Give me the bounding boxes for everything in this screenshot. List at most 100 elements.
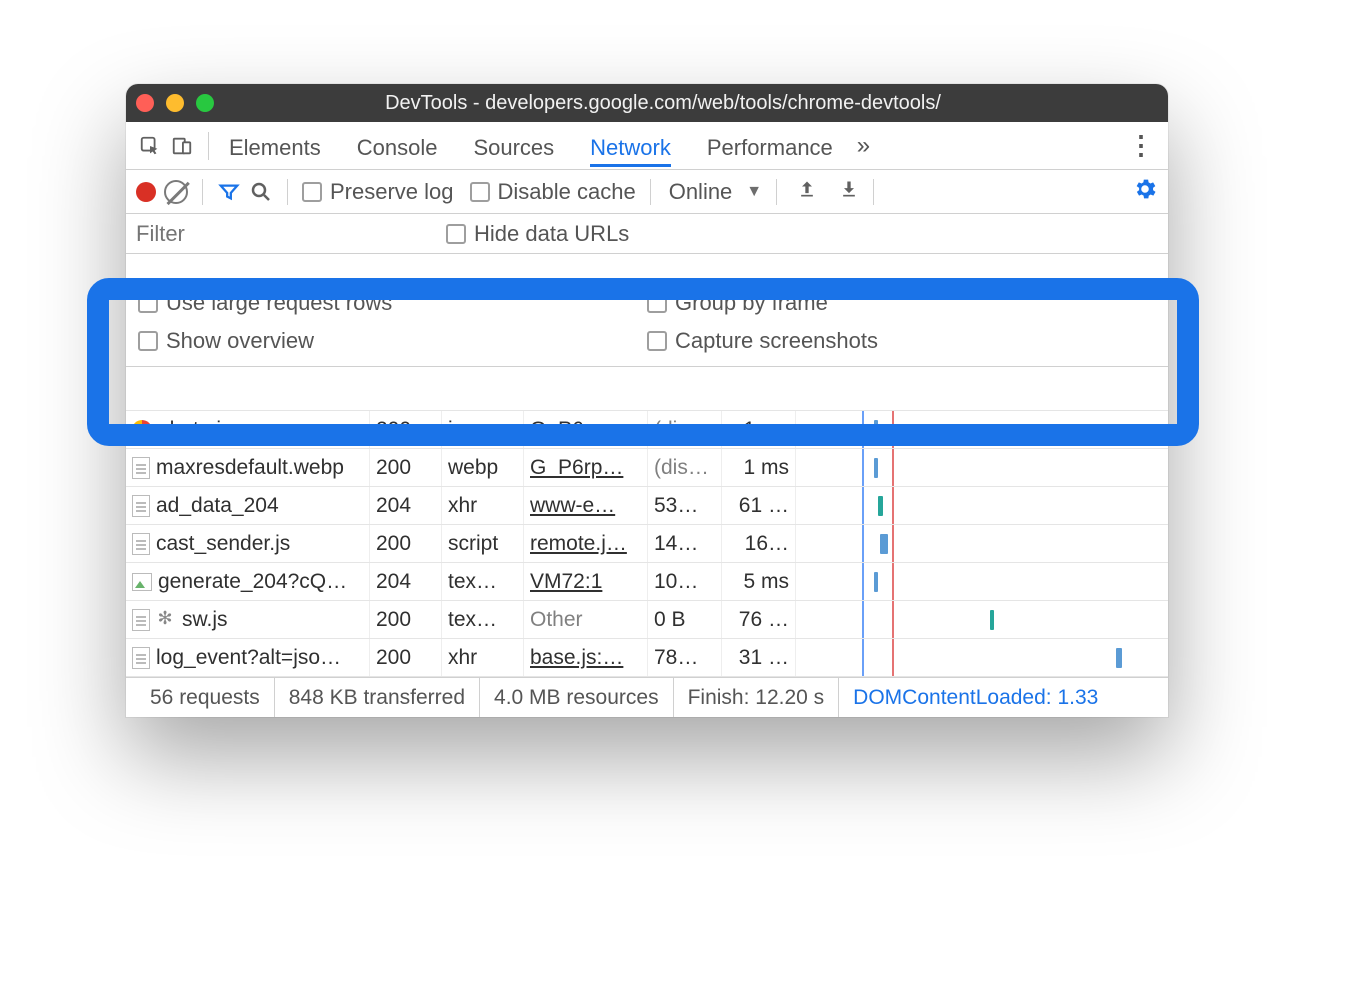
group-by-frame-checkbox[interactable]: Group by frame	[647, 290, 1156, 316]
img-file-icon	[132, 573, 152, 591]
table-row[interactable]: log_event?alt=jso…200xhrbase.js:…78…31 …	[126, 639, 1168, 677]
cell-initiator[interactable]: VM72:1	[524, 563, 648, 600]
table-row[interactable]: ad_data_204204xhrwww-e…53…61 …	[126, 487, 1168, 525]
initiator-link[interactable]: base.js:…	[530, 646, 623, 670]
table-row[interactable]: cast_sender.js200scriptremote.j…14…16…	[126, 525, 1168, 563]
cell-size: 14…	[648, 525, 722, 562]
dcl-line	[862, 487, 864, 524]
device-toolbar-icon[interactable]	[166, 135, 198, 157]
cell-initiator[interactable]: base.js:…	[524, 639, 648, 676]
cell-name: ✻sw.js	[126, 601, 370, 638]
table-row[interactable]: ✻sw.js200tex…Other0 B76 …	[126, 601, 1168, 639]
cell-time: 76 …	[722, 601, 796, 638]
cell-time: 16…	[722, 525, 796, 562]
cell-initiator[interactable]: remote.j…	[524, 525, 648, 562]
table-row[interactable]: maxresdefault.webp200webpG_P6rp…(dis…1 m…	[126, 449, 1168, 487]
cell-type: xhr	[442, 639, 524, 676]
cell-waterfall	[796, 411, 1168, 448]
network-toolbar: Preserve log Disable cache Online ▼	[126, 170, 1168, 214]
devtools-window: DevTools - developers.google.com/web/too…	[126, 84, 1168, 717]
cell-time: 5 ms	[722, 563, 796, 600]
network-request-table: photo.jpg200jpegG_P6rp…(dis…1 msmaxresde…	[126, 411, 1168, 677]
filter-bar: Hide data URLs	[126, 214, 1168, 254]
doc-file-icon	[132, 457, 150, 479]
cell-time: 1 ms	[722, 411, 796, 448]
table-row[interactable]: generate_204?cQ…204tex…VM72:110…5 ms	[126, 563, 1168, 601]
filter-input[interactable]	[126, 214, 446, 253]
window-minimize-button[interactable]	[166, 94, 184, 112]
initiator-link[interactable]: G_P6rp…	[530, 418, 623, 442]
group-by-frame-label: Group by frame	[675, 290, 828, 316]
inspect-element-icon[interactable]	[134, 135, 166, 157]
cell-size: 53…	[648, 487, 722, 524]
download-har-icon[interactable]	[839, 178, 859, 206]
network-settings-icon[interactable]	[1132, 176, 1158, 208]
cell-initiator[interactable]: G_P6rp…	[524, 411, 648, 448]
initiator-link[interactable]: G_P6rp…	[530, 456, 623, 480]
load-line	[892, 639, 894, 676]
network-options-panel: Use large request rows Group by frame Sh…	[126, 254, 1168, 367]
cell-initiator[interactable]: Other	[524, 601, 648, 638]
tab-console[interactable]: Console	[357, 125, 438, 167]
timing-bar	[878, 496, 883, 516]
cell-type: xhr	[442, 487, 524, 524]
cell-name: maxresdefault.webp	[126, 449, 370, 486]
show-overview-checkbox[interactable]: Show overview	[138, 328, 647, 354]
window-zoom-button[interactable]	[196, 94, 214, 112]
window-close-button[interactable]	[136, 94, 154, 112]
capture-screenshots-checkbox[interactable]: Capture screenshots	[647, 328, 1156, 354]
hide-data-urls-checkbox[interactable]: Hide data URLs	[446, 221, 629, 247]
cell-waterfall	[796, 563, 1168, 600]
preserve-log-checkbox[interactable]: Preserve log	[302, 179, 454, 205]
upload-har-icon[interactable]	[797, 178, 817, 206]
dcl-line	[862, 563, 864, 600]
timing-bar	[874, 572, 878, 592]
checkbox-icon	[302, 182, 322, 202]
cell-name: ad_data_204	[126, 487, 370, 524]
timing-bar	[1116, 648, 1122, 668]
disable-cache-checkbox[interactable]: Disable cache	[470, 179, 636, 205]
search-icon[interactable]	[249, 180, 273, 204]
timing-bar	[874, 420, 878, 440]
settings-menu-button[interactable]: ⋮	[1122, 130, 1160, 161]
throttling-select[interactable]: Online ▼	[665, 179, 762, 205]
initiator-link[interactable]: remote.j…	[530, 532, 627, 556]
status-domcontentloaded: DOMContentLoaded: 1.33	[839, 678, 1112, 717]
record-button[interactable]	[136, 182, 156, 202]
doc-file-icon	[132, 647, 150, 669]
cell-initiator[interactable]: www-e…	[524, 487, 648, 524]
cell-time: 61 …	[722, 487, 796, 524]
dropdown-caret-icon: ▼	[746, 183, 762, 201]
initiator-link: Other	[530, 608, 583, 632]
throttling-value: Online	[669, 179, 733, 205]
cell-name: photo.jpg	[126, 411, 370, 448]
status-requests: 56 requests	[136, 678, 275, 717]
checkbox-icon	[138, 293, 158, 313]
large-request-rows-checkbox[interactable]: Use large request rows	[138, 290, 647, 316]
initiator-link[interactable]: VM72:1	[530, 570, 602, 594]
cell-type: tex…	[442, 563, 524, 600]
chrome-file-icon	[132, 420, 152, 440]
hide-data-urls-label: Hide data URLs	[474, 221, 629, 247]
cell-waterfall	[796, 639, 1168, 676]
tab-performance[interactable]: Performance	[707, 125, 833, 167]
status-resources: 4.0 MB resources	[480, 678, 674, 717]
cell-type: tex…	[442, 601, 524, 638]
doc-file-icon	[132, 609, 150, 631]
tab-sources[interactable]: Sources	[473, 125, 554, 167]
checkbox-icon	[470, 182, 490, 202]
cell-initiator[interactable]: G_P6rp…	[524, 449, 648, 486]
panel-tabs: Elements Console Sources Network Performance…	[126, 122, 1168, 170]
cell-waterfall	[796, 525, 1168, 562]
initiator-link[interactable]: www-e…	[530, 494, 615, 518]
filter-icon[interactable]	[217, 181, 241, 203]
tab-network[interactable]: Network	[590, 125, 671, 167]
cell-status: 200	[370, 639, 442, 676]
tab-elements[interactable]: Elements	[229, 125, 321, 167]
cell-status: 200	[370, 411, 442, 448]
more-tabs-button[interactable]: »	[857, 132, 870, 160]
cell-type: script	[442, 525, 524, 562]
table-row[interactable]: photo.jpg200jpegG_P6rp…(dis…1 ms	[126, 411, 1168, 449]
request-name: sw.js	[182, 608, 228, 632]
clear-button[interactable]	[164, 180, 188, 204]
